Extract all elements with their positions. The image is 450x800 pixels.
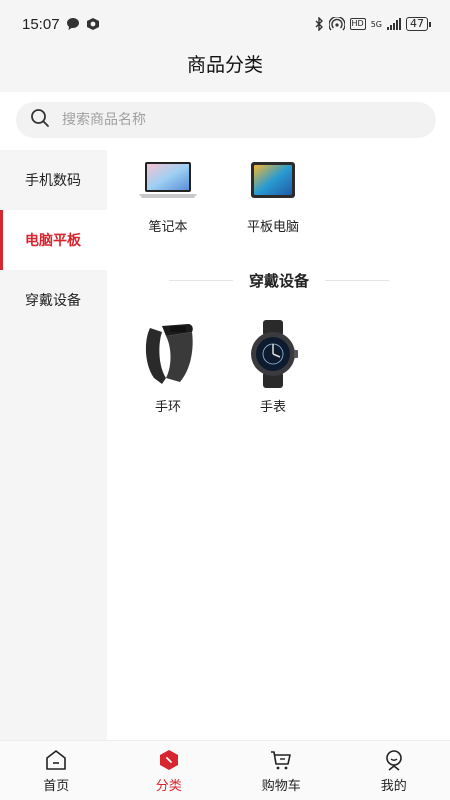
tab-label: 购物车: [261, 779, 301, 794]
product-label: 笔记本: [148, 220, 188, 235]
product-tablet[interactable]: 平板电脑: [228, 150, 318, 235]
section-header-wearables: 穿戴设备: [169, 268, 390, 292]
tab-category[interactable]: 分类: [113, 741, 226, 800]
bottom-tab-bar: 首页 分类 购物车 我的: [0, 740, 450, 800]
category-content: 笔记本 平板电脑 穿戴设备 手环 手表: [107, 150, 450, 740]
sidebar-item-label: 电脑平板: [25, 233, 81, 249]
search-icon: [30, 108, 50, 132]
divider: [169, 279, 233, 281]
tab-label: 分类: [155, 779, 182, 794]
sidebar-item-phones[interactable]: 手机数码: [0, 150, 107, 210]
hotspot-icon: [328, 17, 345, 31]
status-bar: 15:07 HD 5G 47: [0, 0, 450, 48]
tab-cart[interactable]: 购物车: [225, 741, 338, 800]
section-title: 穿戴设备: [249, 271, 310, 290]
product-label: 手表: [259, 400, 286, 415]
sidebar-item-label: 穿戴设备: [25, 293, 81, 309]
network-type-label: 5G: [370, 19, 382, 29]
tablet-icon: [228, 150, 318, 210]
bluetooth-icon: [314, 17, 324, 31]
home-icon: [43, 747, 69, 773]
search-bar: [0, 92, 450, 148]
product-label: 手环: [154, 400, 181, 415]
status-time: 15:07: [22, 15, 60, 33]
app-notification-icon: [86, 17, 100, 31]
sidebar-item-computers[interactable]: 电脑平板: [0, 210, 107, 270]
sidebar-item-label: 手机数码: [25, 173, 81, 189]
tab-label: 我的: [380, 779, 407, 794]
product-label: 平板电脑: [246, 220, 299, 235]
product-laptop[interactable]: 笔记本: [123, 150, 213, 235]
product-watch[interactable]: 手表: [228, 318, 318, 415]
search-box[interactable]: [16, 102, 436, 138]
tab-label: 首页: [43, 779, 70, 794]
category-icon: [156, 747, 182, 773]
message-icon: [66, 17, 80, 31]
category-sidebar: 手机数码 电脑平板 穿戴设备: [0, 150, 107, 740]
battery-indicator: 47: [406, 17, 431, 31]
tab-profile[interactable]: 我的: [338, 741, 450, 800]
profile-icon: [381, 747, 407, 773]
band-icon: [123, 318, 213, 390]
laptop-icon: [123, 150, 213, 210]
product-band[interactable]: 手环: [123, 318, 213, 415]
signal-icon: [387, 18, 401, 30]
cart-icon: [268, 747, 294, 773]
search-input[interactable]: [62, 112, 402, 128]
page-title: 商品分类: [0, 48, 450, 92]
watch-icon: [228, 318, 318, 390]
divider: [325, 279, 390, 281]
sidebar-item-wearables[interactable]: 穿戴设备: [0, 270, 107, 330]
tab-home[interactable]: 首页: [0, 741, 113, 800]
hd-badge-icon: HD: [349, 18, 366, 30]
